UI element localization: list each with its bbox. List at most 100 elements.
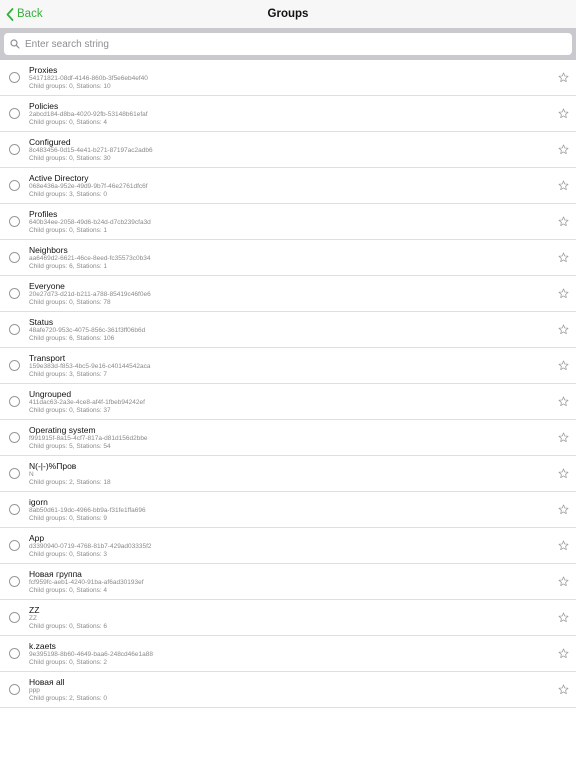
group-uid: 8ab50d61-19dc-4966-bb9a-f31fe1ffa696	[29, 507, 146, 514]
group-name: Новая группа	[29, 569, 82, 579]
group-text: ZZ ZZ Child groups: 0, Stations: 6	[29, 605, 529, 631]
group-counts: Child groups: 3, Stations: 0	[29, 191, 108, 198]
group-uid: N	[29, 471, 34, 478]
group-row[interactable]: igorn 8ab50d61-19dc-4966-bb9a-f31fe1ffa69…	[0, 492, 576, 528]
group-row[interactable]: k.zaets 9e395198-8b60-4649-baa6-248cd46e1…	[0, 636, 576, 672]
group-text: Active Directory 068e436a-952e-49d9-9b7f-…	[29, 173, 529, 199]
group-text: Status 48afe720-953c-4075-856c-361f3ff06b…	[29, 317, 529, 343]
select-radio[interactable]	[9, 468, 20, 479]
search-input[interactable]	[25, 38, 545, 50]
group-uid: 48afe720-953c-4075-856c-361f3ff06b6d	[29, 327, 146, 334]
group-name: Policies	[29, 101, 59, 111]
star-icon[interactable]	[558, 468, 569, 479]
group-uid: 9e395198-8b60-4649-baa6-248cd46e1a88	[29, 651, 153, 658]
page-title: Groups	[267, 8, 309, 20]
select-radio[interactable]	[9, 288, 20, 299]
star-icon[interactable]	[558, 216, 569, 227]
group-row[interactable]: Policies 2abcd184-d8ba-4020-92fb-53148b61…	[0, 96, 576, 132]
select-radio[interactable]	[9, 540, 20, 551]
group-text: Proxies 54171821-08df-4146-860b-3f5e6eb4e…	[29, 65, 529, 91]
group-text: k.zaets 9e395198-8b60-4649-baa6-248cd46e1…	[29, 641, 529, 667]
group-row[interactable]: Active Directory 068e436a-952e-49d9-9b7f-…	[0, 168, 576, 204]
star-icon[interactable]	[558, 180, 569, 191]
group-text: N(-|-)%Пров N Child groups: 2, Stations: 1…	[29, 461, 529, 487]
group-counts: Child groups: 6, Stations: 1	[29, 263, 108, 270]
group-uid: f991915f-8a15-4cf7-817a-d81d156d2bbe	[29, 435, 148, 442]
select-radio[interactable]	[9, 72, 20, 83]
group-counts: Child groups: 0, Stations: 1	[29, 227, 108, 234]
group-text: Configured 8c483456-0d15-4e41-b271-87197a…	[29, 137, 529, 163]
star-icon[interactable]	[558, 576, 569, 587]
group-uid: ppp	[29, 687, 40, 694]
group-row[interactable]: Operating system f991915f-8a15-4cf7-817a-…	[0, 420, 576, 456]
select-radio[interactable]	[9, 108, 20, 119]
group-name: N(-|-)%Пров	[29, 461, 77, 471]
chevron-left-icon	[6, 7, 14, 21]
search-field[interactable]	[4, 33, 572, 55]
select-radio[interactable]	[9, 504, 20, 515]
group-row[interactable]: App d3390940-0719-4768-81b7-429ad03335f2 C…	[0, 528, 576, 564]
group-text: Neighbors aa6469d2-6621-46ce-8eed-fc35573…	[29, 245, 529, 271]
star-icon[interactable]	[558, 252, 569, 263]
group-counts: Child groups: 0, Stations: 30	[29, 155, 111, 162]
search-icon	[10, 39, 20, 49]
group-row[interactable]: N(-|-)%Пров N Child groups: 2, Stations: 1…	[0, 456, 576, 492]
group-row[interactable]: ZZ ZZ Child groups: 0, Stations: 6	[0, 600, 576, 636]
navigation-bar: Back Groups	[0, 0, 576, 28]
group-row[interactable]: Status 48afe720-953c-4075-856c-361f3ff06b…	[0, 312, 576, 348]
star-icon[interactable]	[558, 108, 569, 119]
star-icon[interactable]	[558, 360, 569, 371]
group-name: Transport	[29, 353, 66, 363]
star-icon[interactable]	[558, 396, 569, 407]
select-radio[interactable]	[9, 216, 20, 227]
group-name: Новая all	[29, 677, 65, 687]
select-radio[interactable]	[9, 180, 20, 191]
select-radio[interactable]	[9, 432, 20, 443]
group-row[interactable]: Transport 159e383d-f853-4bc5-9e16-c401445…	[0, 348, 576, 384]
group-row[interactable]: Configured 8c483456-0d15-4e41-b271-87197a…	[0, 132, 576, 168]
group-counts: Child groups: 6, Stations: 106	[29, 335, 115, 342]
star-icon[interactable]	[558, 288, 569, 299]
back-button[interactable]: Back	[6, 6, 43, 22]
star-icon[interactable]	[558, 648, 569, 659]
group-counts: Child groups: 5, Stations: 54	[29, 443, 111, 450]
star-icon[interactable]	[558, 684, 569, 695]
select-radio[interactable]	[9, 576, 20, 587]
select-radio[interactable]	[9, 396, 20, 407]
select-radio[interactable]	[9, 612, 20, 623]
back-label: Back	[17, 8, 43, 20]
star-icon[interactable]	[558, 432, 569, 443]
group-text: Operating system f991915f-8a15-4cf7-817a-…	[29, 425, 529, 451]
star-icon[interactable]	[558, 72, 569, 83]
group-uid: 068e436a-952e-49d9-9b7f-46e2761dfc6f	[29, 183, 148, 190]
star-icon[interactable]	[558, 504, 569, 515]
group-uid: 54171821-08df-4146-860b-3f5e6eb4ef40	[29, 75, 148, 82]
group-uid: 8c483456-0d15-4e41-b271-87197ac2adb6	[29, 147, 153, 154]
group-row[interactable]: Profiles 640b34ee-2058-49d6-b24d-d7cb239c…	[0, 204, 576, 240]
group-name: k.zaets	[29, 641, 56, 651]
group-uid: fcf959fc-aeb1-4240-91ba-af6ad30193ef	[29, 579, 144, 586]
group-name: Active Directory	[29, 173, 89, 183]
select-radio[interactable]	[9, 252, 20, 263]
star-icon[interactable]	[558, 144, 569, 155]
group-row[interactable]: Proxies 54171821-08df-4146-860b-3f5e6eb4e…	[0, 60, 576, 96]
group-uid: 20e27d73-d21d-b211-a788-85419c46f0e6	[29, 291, 151, 298]
group-row[interactable]: Новая группа fcf959fc-aeb1-4240-91ba-af6a…	[0, 564, 576, 600]
group-text: Transport 159e383d-f853-4bc5-9e16-c401445…	[29, 353, 529, 379]
group-name: Everyone	[29, 281, 65, 291]
select-radio[interactable]	[9, 324, 20, 335]
group-name: igorn	[29, 497, 48, 507]
select-radio[interactable]	[9, 684, 20, 695]
group-uid: d3390940-0719-4768-81b7-429ad03335f2	[29, 543, 152, 550]
select-radio[interactable]	[9, 360, 20, 371]
group-row[interactable]: Everyone 20e27d73-d21d-b211-a788-85419c46…	[0, 276, 576, 312]
select-radio[interactable]	[9, 648, 20, 659]
select-radio[interactable]	[9, 144, 20, 155]
group-row[interactable]: Neighbors aa6469d2-6621-46ce-8eed-fc35573…	[0, 240, 576, 276]
star-icon[interactable]	[558, 324, 569, 335]
group-row[interactable]: Новая all ppp Child groups: 2, Stations: 0	[0, 672, 576, 708]
star-icon[interactable]	[558, 540, 569, 551]
star-icon[interactable]	[558, 612, 569, 623]
group-row[interactable]: Ungrouped 411dac63-2a3e-4ce8-af4f-1fbeb94…	[0, 384, 576, 420]
group-uid: 640b34ee-2058-49d6-b24d-d7cb239cfa3d	[29, 219, 151, 226]
